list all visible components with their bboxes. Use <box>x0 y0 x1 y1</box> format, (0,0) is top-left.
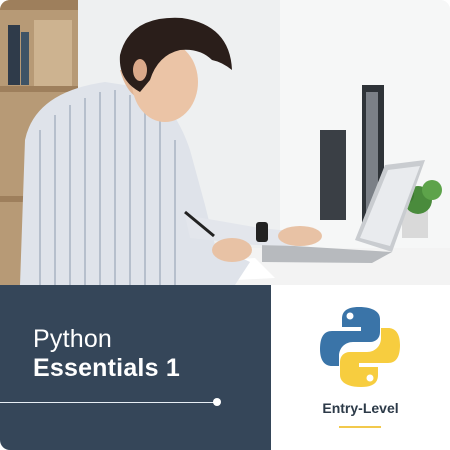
course-title-line1: Python <box>33 325 113 353</box>
course-card[interactable]: Python Essentials 1 Entry-Level <box>0 0 450 450</box>
hero-photo <box>0 0 450 285</box>
course-level-panel: Entry-Level <box>271 285 450 450</box>
python-logo-icon <box>320 307 400 387</box>
level-label: Entry-Level <box>322 400 399 416</box>
course-title-line2: Essentials 1 <box>33 353 180 382</box>
divider-line <box>0 402 216 403</box>
course-title: Python Essentials 1 <box>33 325 180 383</box>
divider-dot <box>213 398 221 406</box>
level-underline <box>339 426 381 428</box>
course-title-panel: Python Essentials 1 <box>0 285 271 450</box>
